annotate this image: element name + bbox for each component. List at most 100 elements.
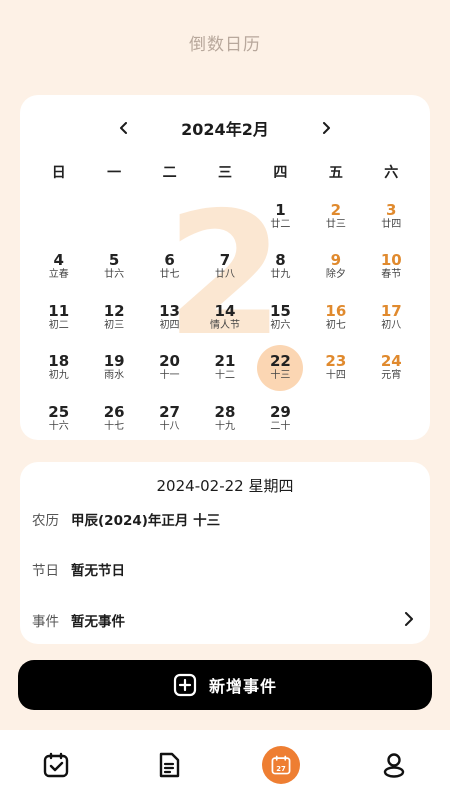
calendar-day[interactable]: 2 廿三 — [308, 191, 363, 242]
next-month-button[interactable] — [313, 115, 339, 141]
calendar-day[interactable]: 26 十七 — [86, 393, 141, 440]
month-label: 2024年2月 — [181, 120, 269, 139]
festival-key: 节日 — [32, 563, 59, 579]
day-number: 25 — [48, 402, 70, 421]
lunar-date: 二十 — [270, 420, 291, 432]
weekday-label: 日 — [51, 165, 66, 181]
weekday-label: 四 — [273, 165, 288, 181]
lunar-date: 初二 — [48, 319, 69, 331]
prev-month-button[interactable] — [111, 115, 137, 141]
lunar-date: 初四 — [159, 319, 180, 331]
calendar-day-empty — [31, 191, 86, 242]
day-number: 15 — [269, 301, 291, 320]
lunar-date: 十八 — [159, 420, 180, 432]
calendar-day[interactable]: 8 廿九 — [253, 242, 308, 293]
chevron-right-icon — [322, 122, 330, 134]
day-number: 8 — [275, 251, 286, 270]
calendar-day[interactable]: 19 雨水 — [86, 343, 141, 394]
calendar-day[interactable]: 23 十四 — [308, 343, 363, 394]
month-nav: 2024年2月 — [20, 115, 430, 141]
calendar-day[interactable]: 12 初三 — [86, 292, 141, 343]
calendar-day[interactable]: 14 情人节 — [197, 292, 252, 343]
calendar-day[interactable]: 25 十六 — [31, 393, 86, 440]
calendar-card: 2 2024年2月 日 一 二 三 四 五 六 1 廿二 2 廿三 3 廿四 4 立春 5 廿六 6… — [20, 95, 430, 440]
calendar-day[interactable]: 20 十一 — [142, 343, 197, 394]
lunar-date: 廿四 — [381, 218, 402, 230]
day-number: 19 — [103, 352, 125, 371]
calendar-day[interactable]: 24 元宵 — [364, 343, 419, 394]
lunar-date: 立春 — [48, 269, 69, 281]
day-number: 13 — [159, 301, 180, 320]
calendar-day[interactable]: 17 初八 — [364, 292, 419, 343]
day-number: 16 — [325, 301, 347, 320]
selected-date: 2024-02-22 星期四 — [156, 477, 294, 495]
tab-notes[interactable] — [149, 745, 189, 785]
calendar-day-empty — [142, 191, 197, 242]
user-icon — [383, 753, 404, 778]
calendar-day[interactable]: 11 初二 — [31, 292, 86, 343]
tab-countdown[interactable] — [36, 745, 76, 785]
calendar-day[interactable]: 1 廿二 — [253, 191, 308, 242]
lunar-date: 十一 — [159, 370, 180, 382]
day-number: 29 — [269, 402, 291, 421]
calendar-day[interactable]: 22 十三 — [253, 343, 308, 394]
event-key: 事件 — [32, 614, 59, 630]
lunar-date: 廿九 — [270, 269, 291, 281]
lunar-date: 初六 — [270, 319, 291, 331]
calendar-day[interactable]: 5 廿六 — [86, 242, 141, 293]
lunar-date: 十二 — [214, 370, 235, 382]
weekday-label: 五 — [328, 165, 343, 181]
calendar-day[interactable]: 18 初九 — [31, 343, 86, 394]
tab-calendar[interactable]: 27 — [261, 745, 301, 785]
lunar-date: 十九 — [214, 420, 235, 432]
tab-profile[interactable] — [374, 745, 414, 785]
lunar-value: 甲辰(2024)年正月 十三 — [71, 513, 221, 529]
lunar-date: 初八 — [381, 319, 402, 331]
day-number: 7 — [219, 251, 231, 270]
lunar-date: 十三 — [270, 370, 291, 382]
lunar-date: 廿七 — [159, 269, 180, 281]
weekday-label: 一 — [107, 165, 122, 181]
days-grid: 1 廿二 2 廿三 3 廿四 4 立春 5 廿六 6 廿七 7 廿八 8 廿九 9 除夕 10 春节 11 初二 12 初三 1… — [31, 191, 419, 440]
calendar-day[interactable]: 15 初六 — [253, 292, 308, 343]
calendar-day[interactable]: 16 初七 — [308, 292, 363, 343]
festival-row: 节日 暂无节日 — [32, 559, 418, 579]
lunar-date: 情人节 — [209, 319, 240, 331]
day-number: 11 — [48, 301, 70, 320]
event-row[interactable]: 事件 暂无事件 — [32, 610, 418, 630]
calendar-day[interactable]: 10 春节 — [364, 242, 419, 293]
day-number: 18 — [48, 352, 70, 371]
calendar-day[interactable]: 28 十九 — [197, 393, 252, 440]
day-number: 17 — [380, 301, 402, 320]
calendar-day[interactable]: 27 十八 — [142, 393, 197, 440]
lunar-date: 元宵 — [381, 370, 402, 382]
calendar-day[interactable]: 29 二十 — [253, 393, 308, 440]
lunar-date: 廿二 — [270, 218, 291, 230]
tab-badge-text: 27 — [276, 765, 286, 773]
day-number: 21 — [214, 352, 236, 371]
calendar-date-icon: 27 — [271, 755, 291, 775]
calendar-day[interactable]: 21 十二 — [197, 343, 252, 394]
day-number: 3 — [386, 200, 397, 219]
lunar-date: 初七 — [325, 319, 346, 331]
weekday-label: 二 — [162, 165, 177, 181]
day-number: 22 — [269, 352, 291, 371]
chevron-left-icon — [120, 122, 128, 134]
day-number: 26 — [103, 402, 125, 421]
calendar-day[interactable]: 13 初四 — [142, 292, 197, 343]
calendar-day[interactable]: 4 立春 — [31, 242, 86, 293]
date-detail-card: 2024-02-22 星期四 农历 甲辰(2024)年正月 十三 节日 暂无节日… — [20, 462, 430, 644]
calendar-day[interactable]: 6 廿七 — [142, 242, 197, 293]
day-number: 5 — [108, 251, 120, 270]
weekday-label: 三 — [217, 165, 232, 181]
day-number: 12 — [103, 301, 125, 320]
calendar-day[interactable]: 9 除夕 — [308, 242, 363, 293]
add-event-button[interactable]: 新增事件 — [18, 660, 432, 710]
day-number: 24 — [380, 352, 402, 371]
day-number: 28 — [214, 402, 236, 421]
bottom-tab-bar: 27 — [0, 730, 450, 800]
lunar-date: 初九 — [48, 370, 69, 382]
calendar-day[interactable]: 7 廿八 — [197, 242, 252, 293]
calendar-day[interactable]: 3 廿四 — [364, 191, 419, 242]
chevron-right-icon[interactable] — [404, 610, 418, 628]
